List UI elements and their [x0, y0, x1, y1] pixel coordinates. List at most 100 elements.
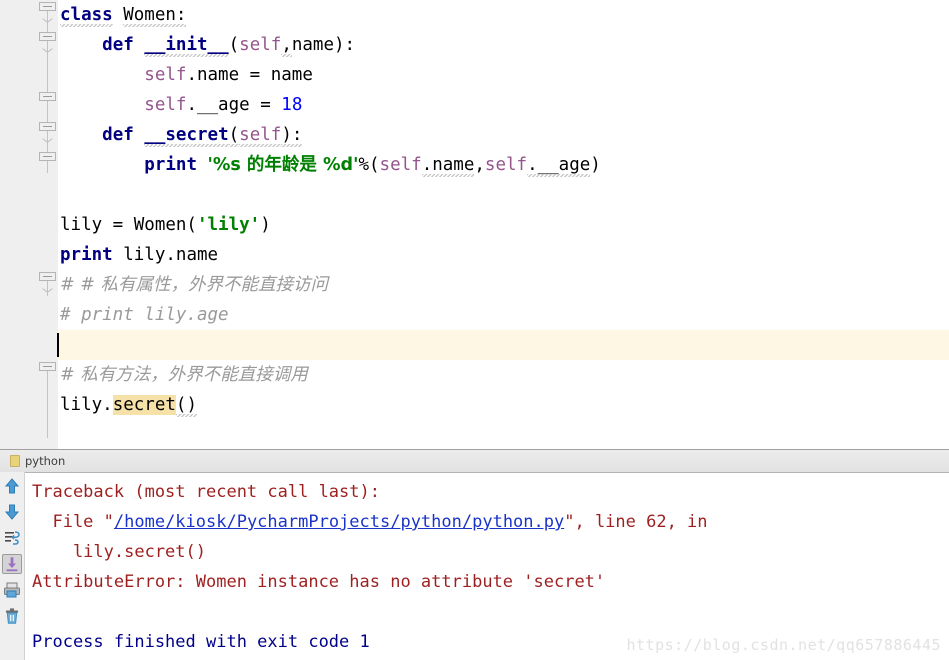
code-line[interactable]: print lily.name: [58, 240, 949, 270]
code-token: # # 私有属性，外界不能直接访问: [60, 275, 328, 295]
code-line[interactable]: # print lily.age: [58, 300, 949, 330]
down-arrow-icon[interactable]: [2, 502, 22, 522]
console-text: Traceback (most recent call last):: [32, 482, 380, 502]
code-line[interactable]: self.__age = 18: [58, 90, 949, 120]
code-token: def: [102, 35, 134, 55]
console-line: Process finished with exit code 1: [32, 627, 949, 657]
code-token: (): [175, 395, 197, 415]
code-content[interactable]: class Women: def __init__(self,name): se…: [58, 0, 949, 449]
run-console-panel: python Traceback (most recent call last)…: [0, 449, 949, 660]
code-token: (: [228, 35, 240, 55]
code-token: ):: [281, 125, 303, 145]
code-token: self: [144, 95, 187, 115]
code-token: secret: [112, 395, 176, 415]
code-token: ,: [474, 155, 485, 175]
code-line[interactable]: self.name = name: [58, 60, 949, 90]
code-line[interactable]: # 私有方法，外界不能直接调用: [58, 360, 949, 390]
code-token: print: [60, 245, 113, 265]
code-token: self: [239, 125, 282, 145]
code-token: .name = name: [186, 65, 313, 85]
code-token: Women:: [123, 5, 187, 25]
code-token: # 私有方法，外界不能直接调用: [60, 365, 308, 385]
code-line[interactable]: [58, 330, 949, 360]
console-text: Process finished with exit code 1: [32, 632, 370, 652]
code-token: .__age: [527, 155, 591, 175]
code-editor[interactable]: class Women: def __init__(self,name): se…: [0, 0, 949, 449]
fold-region-line: [47, 368, 48, 438]
scroll-to-end-icon[interactable]: [2, 554, 22, 574]
fold-region-end-icon: [42, 40, 53, 53]
console-line: AttributeError: Women instance has no at…: [32, 567, 949, 597]
code-token: ): [590, 155, 601, 175]
code-line[interactable]: def __secret(self):: [58, 120, 949, 150]
console-output[interactable]: Traceback (most recent call last): File …: [25, 472, 949, 660]
console-tab-python[interactable]: python: [4, 450, 71, 472]
code-token: def: [102, 125, 134, 145]
console-side-toolbar[interactable]: [0, 472, 25, 660]
fold-marker[interactable]: [39, 152, 56, 165]
code-token: self: [239, 35, 282, 55]
console-tab-label: python: [25, 454, 66, 468]
fold-marker[interactable]: [39, 122, 56, 143]
console-tab-bar: python: [0, 450, 949, 473]
code-token: .name: [421, 155, 475, 175]
code-token: class: [60, 5, 113, 25]
code-token: print: [144, 155, 197, 175]
fold-collapse-icon[interactable]: [39, 362, 56, 371]
fold-marker[interactable]: [39, 272, 56, 293]
code-token: lily.name: [112, 245, 219, 265]
fold-region-end-icon: [42, 280, 53, 293]
editor-line-number-gutter[interactable]: [0, 0, 39, 449]
fold-collapse-icon[interactable]: [39, 152, 56, 161]
console-text: File ": [32, 512, 114, 532]
fold-marker[interactable]: [39, 92, 56, 105]
code-token: __secret: [144, 125, 229, 145]
fold-region-end-icon: [42, 10, 53, 23]
code-token: .__age =: [186, 95, 282, 115]
fold-region-end-icon: [42, 130, 53, 143]
code-token: lily.: [60, 395, 113, 415]
fold-marker[interactable]: [39, 32, 56, 53]
console-text: lily.secret(): [32, 542, 206, 562]
code-token: (: [228, 125, 240, 145]
trash-icon[interactable]: [2, 606, 22, 626]
run-config-icon: [10, 455, 20, 467]
code-line[interactable]: lily.secret(): [58, 390, 949, 420]
code-token: lily = Women(: [60, 215, 197, 235]
code-line[interactable]: lily = Women('lily'): [58, 210, 949, 240]
code-folding-strip[interactable]: [38, 0, 58, 449]
code-token: self: [484, 155, 528, 175]
fold-marker[interactable]: [39, 362, 56, 375]
code-token: ,: [281, 35, 292, 55]
code-token: 'lily': [196, 215, 261, 235]
code-token: 18: [281, 95, 303, 115]
code-token: self: [379, 155, 422, 175]
code-line[interactable]: def __init__(self,name):: [58, 30, 949, 60]
traceback-file-link[interactable]: /home/kiosk/PycharmProjects/python/pytho…: [114, 512, 564, 532]
code-token: '%s 的年龄是 %d': [207, 155, 359, 175]
code-token: ): [260, 215, 271, 235]
code-line[interactable]: [58, 180, 949, 210]
soft-wrap-icon[interactable]: [2, 528, 22, 548]
code-line[interactable]: class Women:: [58, 0, 949, 30]
text-caret: [57, 333, 59, 357]
up-arrow-icon[interactable]: [2, 476, 22, 496]
code-line[interactable]: # # 私有属性，外界不能直接访问: [58, 270, 949, 300]
fold-marker[interactable]: [39, 2, 56, 23]
code-token: # print lily.age: [60, 305, 229, 325]
console-line: Traceback (most recent call last):: [32, 477, 949, 507]
fold-collapse-icon[interactable]: [39, 92, 56, 101]
code-token: self: [144, 65, 187, 85]
code-token: name):: [291, 35, 356, 55]
console-text: AttributeError: Women instance has no at…: [32, 572, 606, 592]
code-line[interactable]: print '%s 的年龄是 %d'%(self.name,self.__age…: [58, 150, 949, 180]
console-line: File "/home/kiosk/PycharmProjects/python…: [32, 507, 949, 537]
console-line: lily.secret(): [32, 537, 949, 567]
code-token: __init__: [144, 35, 229, 55]
print-icon[interactable]: [2, 580, 22, 600]
